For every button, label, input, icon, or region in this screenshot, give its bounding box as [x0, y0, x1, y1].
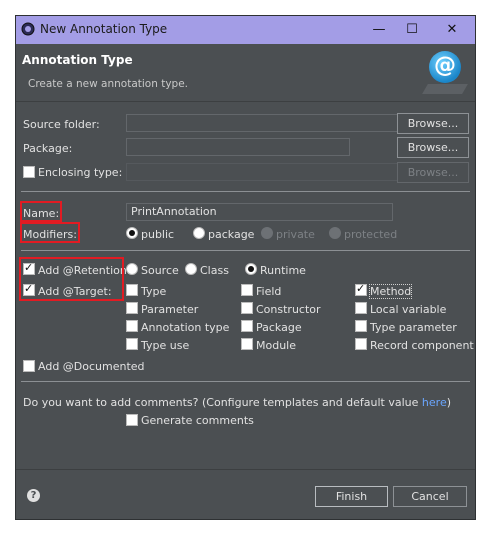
source-folder-browse-button[interactable]: Browse...: [397, 113, 469, 134]
maximize-button[interactable]: ☐: [402, 20, 422, 40]
name-input[interactable]: PrintAnnotation: [126, 203, 393, 221]
target-module-label: Module: [256, 339, 296, 352]
finish-button[interactable]: Finish: [315, 486, 388, 507]
modifier-public-label: public: [141, 228, 175, 241]
target-local-variable-checkbox[interactable]: [355, 302, 367, 314]
retention-source-label: Source: [141, 264, 179, 277]
target-parameter-checkbox[interactable]: [126, 302, 138, 314]
target-type-parameter-checkbox[interactable]: [355, 320, 367, 332]
target-annotation-type-label: Annotation type: [141, 321, 230, 334]
comments-question: Do you want to add comments? (Configure …: [23, 396, 451, 409]
target-type-parameter-label: Type parameter: [370, 321, 457, 334]
modifier-private-radio: [261, 227, 273, 239]
cancel-button[interactable]: Cancel: [393, 486, 467, 507]
modifiers-highlight-box: [20, 222, 80, 243]
target-method-checkbox[interactable]: [355, 282, 367, 296]
dialog-header: Annotation Type Create a new annotation …: [16, 44, 475, 102]
header-title: Annotation Type: [22, 53, 133, 67]
target-local-variable-label: Local variable: [370, 303, 447, 316]
target-type-use-checkbox[interactable]: [126, 338, 138, 350]
generate-comments-checkbox[interactable]: [126, 414, 138, 426]
comments-question-text: Do you want to add comments? (Configure …: [23, 396, 422, 409]
retention-target-highlight-box: [19, 257, 124, 301]
enclosing-type-label: Enclosing type:: [38, 166, 123, 179]
package-input[interactable]: [126, 138, 350, 156]
source-folder-label: Source folder:: [23, 118, 100, 131]
retention-runtime-radio[interactable]: [245, 263, 257, 275]
target-parameter-label: Parameter: [141, 303, 199, 316]
help-icon[interactable]: ?: [27, 489, 40, 502]
target-record-component-label: Record component: [370, 339, 474, 352]
close-button[interactable]: ✕: [442, 20, 462, 40]
separator: [21, 381, 470, 382]
header-subtitle: Create a new annotation type.: [28, 78, 189, 90]
target-type-checkbox[interactable]: [126, 284, 138, 296]
generate-comments-label: Generate comments: [141, 414, 254, 427]
add-documented-checkbox[interactable]: [23, 360, 35, 372]
enclosing-type-checkbox[interactable]: [23, 166, 35, 178]
package-browse-button[interactable]: Browse...: [397, 137, 469, 158]
retention-runtime-label: Runtime: [260, 264, 306, 277]
target-constructor-checkbox[interactable]: [241, 302, 253, 314]
modifier-package-label: package: [208, 228, 255, 241]
enclosing-type-input[interactable]: [126, 163, 401, 181]
target-type-label: Type: [141, 285, 167, 298]
separator: [21, 250, 470, 251]
target-method-label: Method: [368, 284, 413, 299]
name-highlight-box: [20, 201, 62, 222]
retention-class-label: Class: [200, 264, 229, 277]
target-package-checkbox[interactable]: [241, 320, 253, 332]
modifier-protected-radio: [329, 227, 341, 239]
package-label: Package:: [23, 142, 73, 155]
target-field-checkbox[interactable]: [241, 284, 253, 296]
title-bar[interactable]: New Annotation Type — ☐ ✕: [16, 16, 475, 44]
modifier-private-label: private: [276, 228, 315, 241]
new-annotation-type-dialog: New Annotation Type — ☐ ✕ Annotation Typ…: [15, 15, 476, 520]
footer-separator: [16, 469, 475, 470]
source-folder-input[interactable]: [126, 114, 401, 132]
eclipse-gear-icon: [21, 22, 35, 36]
target-annotation-type-checkbox[interactable]: [126, 320, 138, 332]
target-package-label: Package: [256, 321, 302, 334]
target-field-label: Field: [256, 285, 282, 298]
add-documented-label: Add @Documented: [38, 360, 145, 373]
modifier-public-radio[interactable]: [126, 227, 138, 239]
comments-question-end: ): [446, 396, 452, 409]
retention-source-radio[interactable]: [126, 263, 138, 275]
annotation-badge-icon: @: [429, 51, 461, 83]
enclosing-type-browse-button: Browse...: [397, 162, 469, 183]
retention-class-radio[interactable]: [185, 263, 197, 275]
minimize-button[interactable]: —: [369, 20, 389, 40]
target-module-checkbox[interactable]: [241, 338, 253, 350]
separator: [21, 191, 470, 192]
modifier-package-radio[interactable]: [193, 227, 205, 239]
target-type-use-label: Type use: [141, 339, 190, 352]
window-title: New Annotation Type: [40, 22, 168, 36]
target-record-component-checkbox[interactable]: [355, 338, 367, 350]
target-constructor-label: Constructor: [256, 303, 321, 316]
configure-templates-link[interactable]: here: [422, 396, 447, 409]
badge-shadow: [422, 84, 468, 94]
modifier-protected-label: protected: [344, 228, 398, 241]
